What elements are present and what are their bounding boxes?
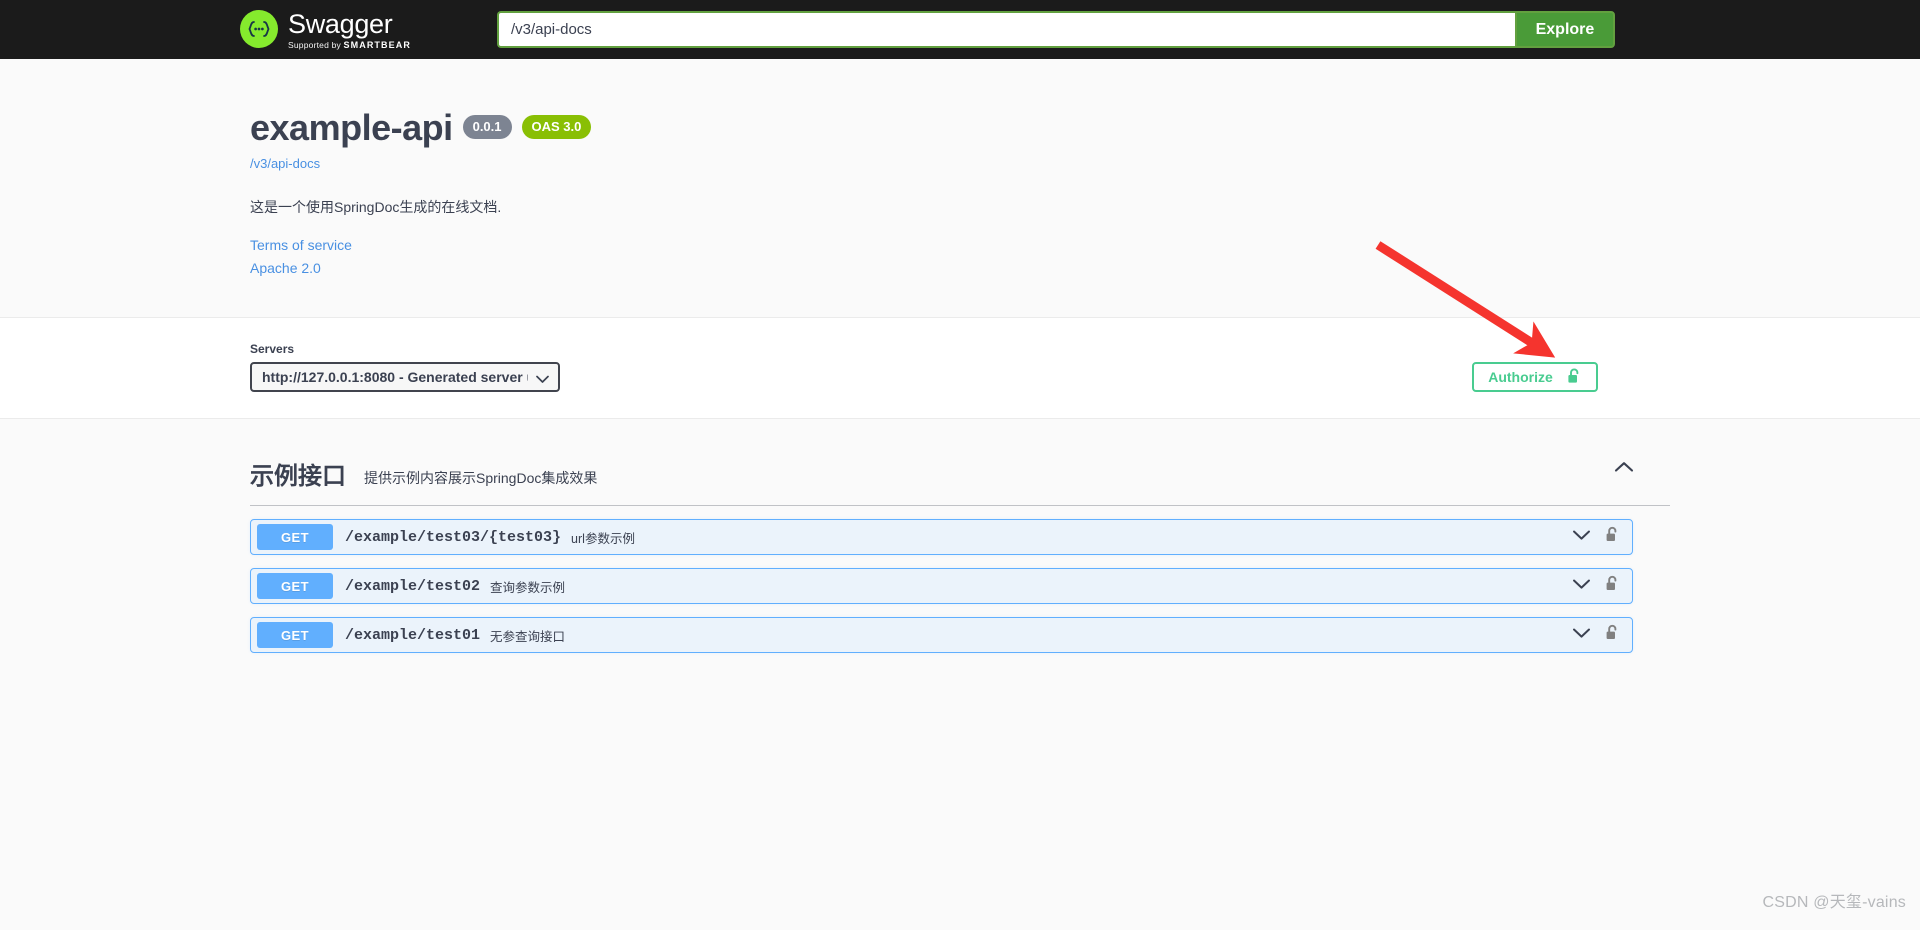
topbar: Swagger Supported by SMARTBEAR Explore bbox=[0, 0, 1920, 59]
operation-summary: url参数示例 bbox=[571, 531, 635, 546]
watermark: CSDN @天玺-vains bbox=[1762, 894, 1906, 911]
operation-icons bbox=[1572, 624, 1620, 646]
spec-url-input[interactable] bbox=[496, 11, 1515, 48]
table-row[interactable]: GET /example/test03/{test03} url参数示例 bbox=[250, 519, 1633, 555]
api-docs-link[interactable]: /v3/api-docs bbox=[250, 156, 1670, 171]
smartbear-label: SMARTBEAR bbox=[343, 40, 411, 50]
chevron-down-icon[interactable] bbox=[1572, 577, 1591, 595]
table-row[interactable]: GET /example/test01 无参查询接口 bbox=[250, 617, 1633, 653]
operation-path: /example/test01 bbox=[345, 626, 481, 644]
operations-list: GET /example/test03/{test03} url参数示例 GET… bbox=[250, 519, 1670, 653]
supported-by-label: Supported by bbox=[288, 40, 341, 50]
unlock-icon[interactable] bbox=[1605, 575, 1620, 597]
api-description: 这是一个使用SpringDoc生成的在线文档. bbox=[250, 199, 502, 215]
http-method-badge: GET bbox=[257, 622, 333, 648]
http-method-badge: GET bbox=[257, 573, 333, 599]
swagger-tagline: Supported by SMARTBEAR bbox=[288, 41, 411, 50]
operation-icons bbox=[1572, 526, 1620, 548]
operation-summary: 查询参数示例 bbox=[490, 580, 566, 595]
spec-url-form: Explore bbox=[496, 11, 1615, 48]
servers-section: Servers http://127.0.0.1:8080 - Generate… bbox=[0, 317, 1920, 419]
unlock-icon[interactable] bbox=[1605, 624, 1620, 646]
operation-icons bbox=[1572, 575, 1620, 597]
swagger-logo-icon bbox=[240, 10, 278, 48]
tag-description: 提供示例内容展示SpringDoc集成效果 bbox=[364, 469, 598, 486]
swagger-logo-text: Swagger Supported by SMARTBEAR bbox=[288, 9, 411, 50]
page-title: example-api bbox=[250, 107, 453, 148]
server-select[interactable]: http://127.0.0.1:8080 - Generated server… bbox=[250, 362, 560, 392]
explore-button[interactable]: Explore bbox=[1514, 11, 1615, 48]
api-info-section: example-api 0.0.1 OAS 3.0 /v3/api-docs 这… bbox=[0, 59, 1920, 317]
chevron-down-icon[interactable] bbox=[1572, 626, 1591, 644]
terms-of-service-link[interactable]: Terms of service bbox=[250, 237, 1670, 253]
operation-summary: 无参查询接口 bbox=[490, 629, 566, 644]
tag-section-header[interactable]: 示例接口 提供示例内容展示SpringDoc集成效果 bbox=[250, 456, 1670, 506]
unlock-icon bbox=[1567, 368, 1582, 387]
unlock-icon[interactable] bbox=[1605, 526, 1620, 548]
swagger-wordmark: Swagger bbox=[288, 9, 393, 39]
authorize-button[interactable]: Authorize bbox=[1472, 362, 1598, 392]
http-method-badge: GET bbox=[257, 524, 333, 550]
api-links: Terms of service Apache 2.0 bbox=[250, 237, 1670, 276]
server-select-wrapper: http://127.0.0.1:8080 - Generated server… bbox=[250, 362, 560, 392]
table-row[interactable]: GET /example/test02 查询参数示例 bbox=[250, 568, 1633, 604]
license-link[interactable]: Apache 2.0 bbox=[250, 260, 1670, 276]
chevron-up-icon[interactable] bbox=[1614, 460, 1634, 478]
api-title-row: example-api 0.0.1 OAS 3.0 bbox=[250, 107, 1670, 149]
swagger-ui-page: Swagger Supported by SMARTBEAR Explore e… bbox=[0, 0, 1920, 930]
operation-path: /example/test02 bbox=[345, 577, 481, 595]
servers-group: Servers http://127.0.0.1:8080 - Generate… bbox=[250, 342, 560, 392]
servers-row: Servers http://127.0.0.1:8080 - Generate… bbox=[250, 342, 1670, 392]
operations-container: 示例接口 提供示例内容展示SpringDoc集成效果 GET /example/… bbox=[250, 419, 1670, 653]
servers-label: Servers bbox=[250, 342, 295, 356]
chevron-down-icon[interactable] bbox=[1572, 528, 1591, 546]
tag-name: 示例接口 bbox=[250, 463, 346, 490]
swagger-logo[interactable]: Swagger Supported by SMARTBEAR bbox=[240, 9, 411, 50]
operation-path: /example/test03/{test03} bbox=[345, 528, 562, 546]
authorize-label: Authorize bbox=[1488, 369, 1553, 385]
version-badge: 0.0.1 bbox=[462, 115, 512, 139]
oas-badge: OAS 3.0 bbox=[521, 115, 592, 139]
